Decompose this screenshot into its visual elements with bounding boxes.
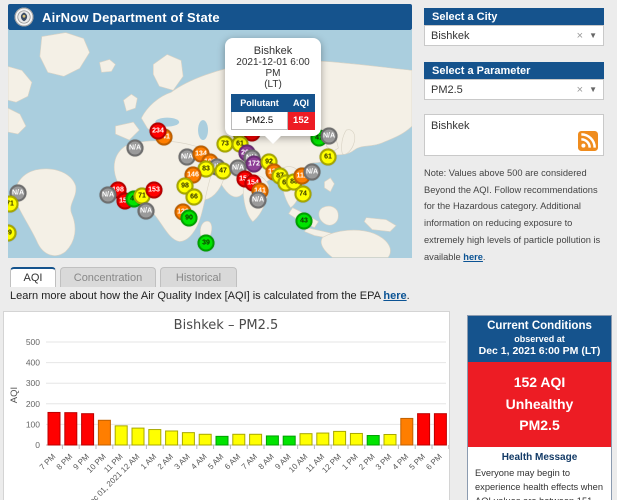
epa-here-link[interactable]: here: [383, 290, 406, 302]
svg-text:4 PM: 4 PM: [391, 452, 411, 472]
conditions-aqi-block: 152 AQI Unhealthy PM2.5: [468, 362, 611, 447]
parameter-select[interactable]: PM2.5 × ▼: [424, 79, 604, 100]
health-message-block: Health Message Everyone may begin to exp…: [468, 447, 611, 500]
aqi-bar-chart: Bishkek – PM2.50100200300400500AQI7 PM8 …: [4, 312, 449, 500]
svg-text:Bishkek – PM2.5: Bishkek – PM2.5: [174, 318, 279, 333]
svg-text:0: 0: [35, 440, 40, 450]
map-marker[interactable]: 90: [181, 210, 198, 227]
svg-text:2 AM: 2 AM: [156, 452, 175, 471]
world-map[interactable]: N/A7169N/A14123473N/A134108N/A8347146986…: [8, 30, 412, 258]
dos-seal-icon: [14, 7, 34, 27]
svg-text:7 AM: 7 AM: [240, 452, 259, 471]
conditions-category: Unhealthy: [472, 394, 607, 416]
rss-icon[interactable]: [578, 131, 598, 151]
popup-datetime: 2021-12-01 6:00 PM: [230, 57, 316, 79]
app-title: AirNow Department of State: [42, 10, 220, 25]
conditions-observed-at: observed at: [470, 334, 609, 344]
svg-text:5 AM: 5 AM: [206, 452, 225, 471]
svg-text:AQI: AQI: [9, 387, 20, 403]
note-text: Note: Values above 500 are considered Be…: [424, 168, 600, 262]
conditions-title: Current Conditions: [470, 320, 609, 332]
popup-timezone: (LT): [230, 79, 316, 90]
conditions-aqi-value: 152 AQI: [472, 372, 607, 394]
svg-text:7 PM: 7 PM: [38, 452, 58, 472]
map-marker[interactable]: 61: [320, 149, 337, 166]
city-clear-icon[interactable]: ×: [577, 30, 583, 42]
city-select-value: Bishkek: [431, 30, 577, 42]
learn-more-end: .: [407, 290, 410, 302]
health-message-text: Everyone may begin to experience health …: [475, 467, 604, 500]
conditions-datetime: Dec 1, 2021 6:00 PM (LT): [470, 345, 609, 357]
city-select[interactable]: Bishkek × ▼: [424, 25, 604, 46]
aqi-note: Note: Values above 500 are considered Be…: [424, 165, 604, 265]
conditions-pollutant: PM2.5: [472, 415, 607, 437]
aqi-chart-card: Bishkek – PM2.50100200300400500AQI7 PM8 …: [3, 311, 450, 500]
svg-text:500: 500: [26, 337, 40, 347]
chart-tabs: AQI Concentration Historical: [10, 267, 237, 287]
note-text-end: .: [483, 252, 486, 262]
svg-text:1 AM: 1 AM: [139, 452, 158, 471]
map-marker[interactable]: 153: [146, 182, 163, 199]
health-message-title: Health Message: [475, 452, 604, 463]
app-header: AirNow Department of State: [8, 4, 412, 30]
tab-aqi[interactable]: AQI: [10, 267, 56, 287]
popup-table: Pollutant AQI PM2.5 152: [231, 94, 315, 130]
svg-text:12 PM: 12 PM: [320, 452, 343, 475]
learn-more-text: Learn more about how the Air Quality Ind…: [10, 290, 410, 302]
map-marker[interactable]: N/A: [138, 203, 155, 220]
parameter-select-value: PM2.5: [431, 84, 577, 96]
rss-feed-card: Bishkek: [424, 114, 604, 156]
parameter-clear-icon[interactable]: ×: [577, 84, 583, 96]
popup-col-aqi: AQI: [287, 95, 314, 112]
city-chevron-down-icon[interactable]: ▼: [589, 31, 597, 40]
svg-text:400: 400: [26, 358, 40, 368]
map-marker[interactable]: N/A: [250, 192, 267, 209]
conditions-header: Current Conditions observed at Dec 1, 20…: [468, 316, 611, 362]
sidebar: Select a City Bishkek × ▼ Select a Param…: [424, 8, 604, 265]
svg-text:100: 100: [26, 419, 40, 429]
svg-text:3 PM: 3 PM: [374, 452, 394, 472]
select-parameter-header: Select a Parameter: [424, 62, 604, 79]
svg-text:8 AM: 8 AM: [257, 452, 276, 471]
svg-text:1 PM: 1 PM: [340, 452, 360, 472]
svg-text:6 AM: 6 AM: [223, 452, 242, 471]
map-marker[interactable]: 43: [296, 213, 313, 230]
svg-text:8 PM: 8 PM: [55, 452, 75, 472]
note-here-link[interactable]: here: [463, 252, 483, 262]
world-map-tiles: [8, 30, 412, 258]
learn-more-body: Learn more about how the Air Quality Ind…: [10, 290, 383, 302]
svg-text:4 AM: 4 AM: [189, 452, 208, 471]
map-marker[interactable]: 39: [198, 235, 215, 252]
map-marker[interactable]: 66: [186, 189, 203, 206]
svg-text:3 AM: 3 AM: [173, 452, 192, 471]
map-marker[interactable]: 234: [150, 123, 167, 140]
svg-text:6 PM: 6 PM: [424, 452, 444, 472]
tab-historical[interactable]: Historical: [160, 267, 237, 287]
svg-text:5 PM: 5 PM: [407, 452, 427, 472]
map-marker[interactable]: 74: [295, 186, 312, 203]
select-city-header: Select a City: [424, 8, 604, 25]
popup-city: Bishkek: [230, 45, 316, 57]
popup-aqi-value: 152: [287, 112, 314, 130]
popup-col-pollutant: Pollutant: [232, 95, 288, 112]
svg-text:300: 300: [26, 378, 40, 388]
map-popup: Bishkek 2021-12-01 6:00 PM (LT) Pollutan…: [225, 38, 321, 136]
svg-text:2 PM: 2 PM: [357, 452, 377, 472]
popup-pollutant-value: PM2.5: [232, 112, 288, 130]
map-marker[interactable]: N/A: [127, 140, 144, 157]
parameter-chevron-down-icon[interactable]: ▼: [589, 85, 597, 94]
map-marker[interactable]: N/A: [321, 128, 338, 145]
tab-concentration[interactable]: Concentration: [60, 267, 156, 287]
map-marker[interactable]: N/A: [100, 187, 117, 204]
current-conditions-panel: Current Conditions observed at Dec 1, 20…: [467, 315, 612, 500]
map-marker[interactable]: N/A: [304, 164, 321, 181]
feed-city-label: Bishkek: [431, 120, 470, 132]
svg-text:200: 200: [26, 399, 40, 409]
